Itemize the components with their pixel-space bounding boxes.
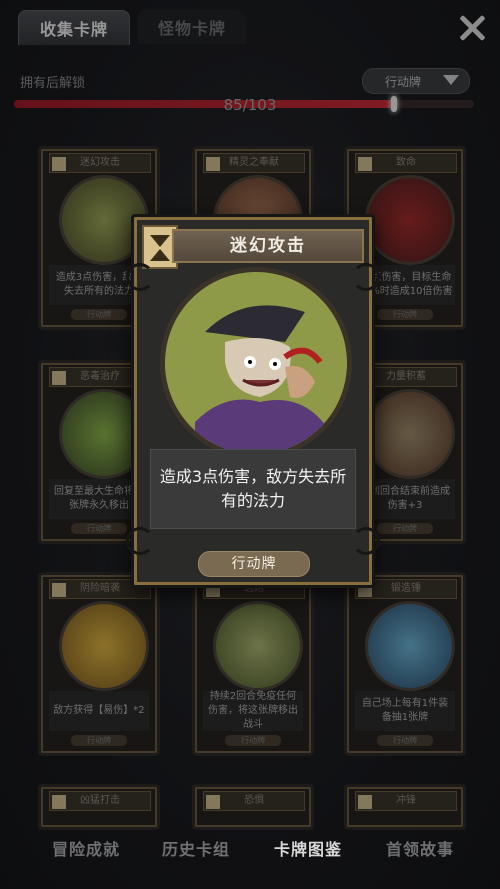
decor-curl	[352, 263, 380, 291]
decor-curl	[126, 527, 154, 555]
decor-curl	[352, 527, 380, 555]
nav-history-decks[interactable]: 历史卡组	[162, 836, 230, 860]
selected-card-title: 迷幻攻击	[172, 229, 364, 263]
selected-card[interactable]: 迷幻攻击 造成3点伤害，敌方失去所有的法力 行动牌	[126, 214, 380, 588]
decor-curl	[126, 263, 154, 291]
nav-adventure-achievements[interactable]: 冒险成就	[52, 836, 120, 860]
nav-card-catalog[interactable]: 卡牌图鉴	[274, 836, 342, 860]
selected-card-type: 行动牌	[198, 551, 310, 577]
selected-card-art	[160, 267, 352, 459]
nav-boss-stories[interactable]: 首领故事	[386, 836, 454, 860]
selected-card-desc: 造成3点伤害，敌方失去所有的法力	[150, 449, 356, 529]
witch-illustration	[165, 272, 347, 454]
